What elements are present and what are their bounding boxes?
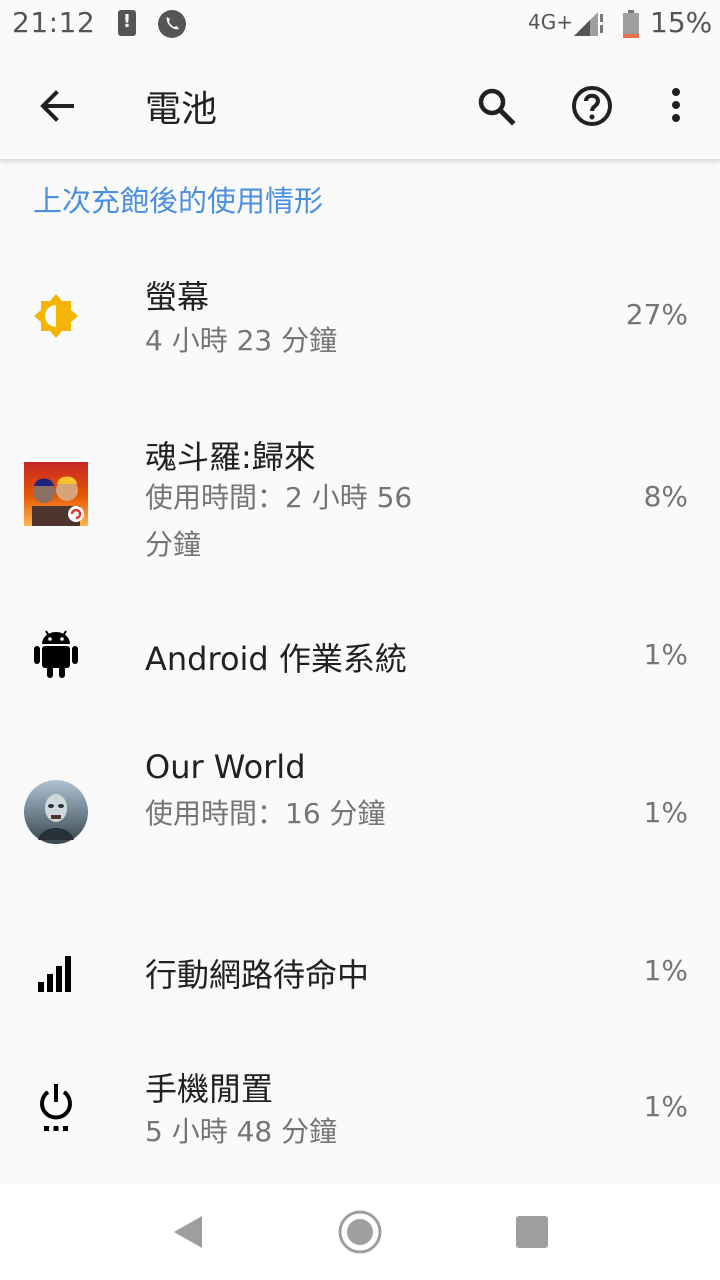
back-arrow-icon <box>40 90 74 122</box>
item-subtitle: 4 小時 23 分鐘 <box>145 324 338 357</box>
back-button[interactable] <box>30 80 82 132</box>
usage-item-mobile-standby[interactable]: 行動網路待命中 1% <box>0 930 720 1020</box>
item-subtitle: 使用時間：16 分鐘 <box>145 797 386 830</box>
power-idle-icon <box>24 1076 88 1140</box>
nav-home-icon <box>338 1210 382 1254</box>
more-options-button[interactable] <box>656 80 696 132</box>
nav-back-icon <box>174 1216 202 1248</box>
app-bar: 電池 <box>0 50 720 160</box>
usage-item-android-os[interactable]: Android 作業系統 1% <box>0 610 720 700</box>
item-title: Android 作業系統 <box>145 640 407 678</box>
search-icon <box>478 88 516 126</box>
usage-item-phone-idle[interactable]: 手機閒置 5 小時 48 分鐘 1% <box>0 1060 720 1170</box>
brightness-icon <box>24 284 88 348</box>
status-time: 21:12 <box>12 6 96 39</box>
usage-item-our-world[interactable]: Our World 使用時間：16 分鐘 1% <box>0 740 720 900</box>
item-subtitle: 使用時間：2 小時 56 分鐘 <box>145 481 413 561</box>
page-title: 電池 <box>145 89 218 130</box>
help-icon <box>572 86 612 126</box>
cell-signal-icon <box>24 940 88 1004</box>
item-percent: 1% <box>643 954 688 987</box>
usage-item-contra[interactable]: 魂斗羅:歸來 使用時間：2 小時 56 分鐘 8% <box>0 420 720 580</box>
more-vert-icon <box>672 88 680 122</box>
item-title: Our World <box>145 748 306 786</box>
nav-home-button[interactable] <box>336 1208 384 1256</box>
status-bar: 21:12 4G+ 15% <box>0 0 720 50</box>
signal-strength-icon <box>574 12 604 36</box>
section-header: 上次充飽後的使用情形 <box>33 184 324 218</box>
item-percent: 8% <box>643 480 688 513</box>
nav-back-button[interactable] <box>170 1214 206 1250</box>
item-title: 行動網路待命中 <box>145 956 370 994</box>
help-button[interactable] <box>566 80 618 132</box>
item-title: 螢幕 <box>145 278 210 316</box>
our-world-app-icon <box>24 780 88 844</box>
item-percent: 1% <box>643 1090 688 1123</box>
battery-icon <box>623 10 639 38</box>
usage-item-screen[interactable]: 螢幕 4 小時 23 分鐘 27% <box>0 260 720 390</box>
phone-call-icon <box>158 10 186 38</box>
battery-percent: 15% <box>650 6 713 39</box>
nav-recent-apps-button[interactable] <box>516 1216 548 1248</box>
system-nav-bar <box>0 1184 720 1280</box>
contra-app-icon <box>24 462 88 526</box>
item-percent: 1% <box>643 796 688 829</box>
search-button[interactable] <box>470 80 522 132</box>
network-type: 4G+ <box>528 10 573 34</box>
android-icon <box>24 622 88 686</box>
item-title: 魂斗羅:歸來 <box>145 438 316 476</box>
item-percent: 1% <box>643 638 688 671</box>
alert-icon <box>118 10 136 36</box>
item-percent: 27% <box>625 298 688 331</box>
item-subtitle: 5 小時 48 分鐘 <box>145 1115 338 1148</box>
item-title: 手機閒置 <box>145 1070 274 1108</box>
